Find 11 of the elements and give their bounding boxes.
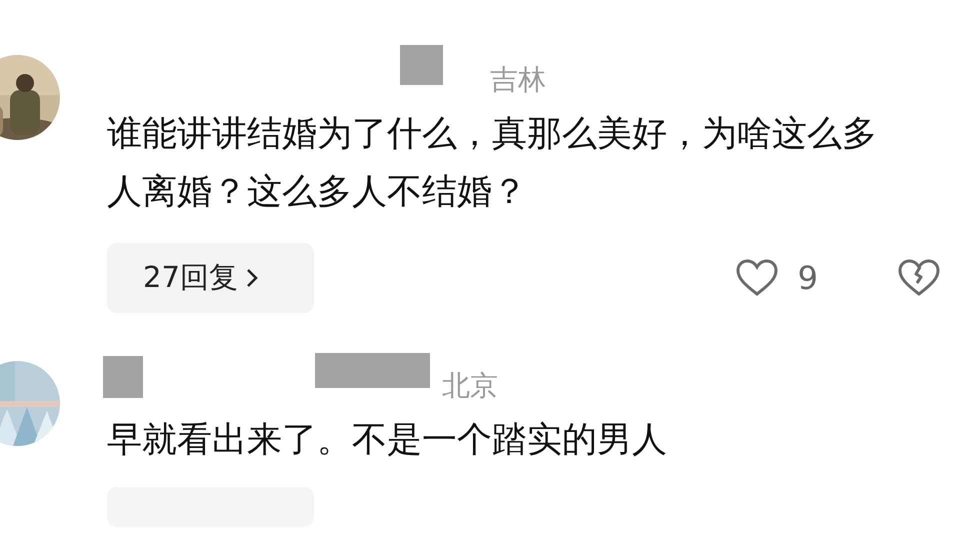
comment-text: 早就看出来了。不是一个踏实的男人	[107, 419, 668, 462]
like-count: 9	[798, 258, 818, 299]
replies-button[interactable]: 27回复	[107, 243, 314, 313]
redaction-block	[400, 45, 443, 85]
redaction-block	[103, 356, 143, 398]
comment-text: 谁能讲讲结婚为了什么，真那么美好，为啥这么多人离婚？这么多人不结婚？	[107, 113, 878, 214]
location-label: 北京	[442, 368, 498, 404]
broken-heart-icon[interactable]	[898, 259, 940, 297]
heart-icon[interactable]	[736, 259, 778, 297]
location-label: 吉林	[490, 62, 546, 98]
chevron-icon	[246, 268, 258, 288]
